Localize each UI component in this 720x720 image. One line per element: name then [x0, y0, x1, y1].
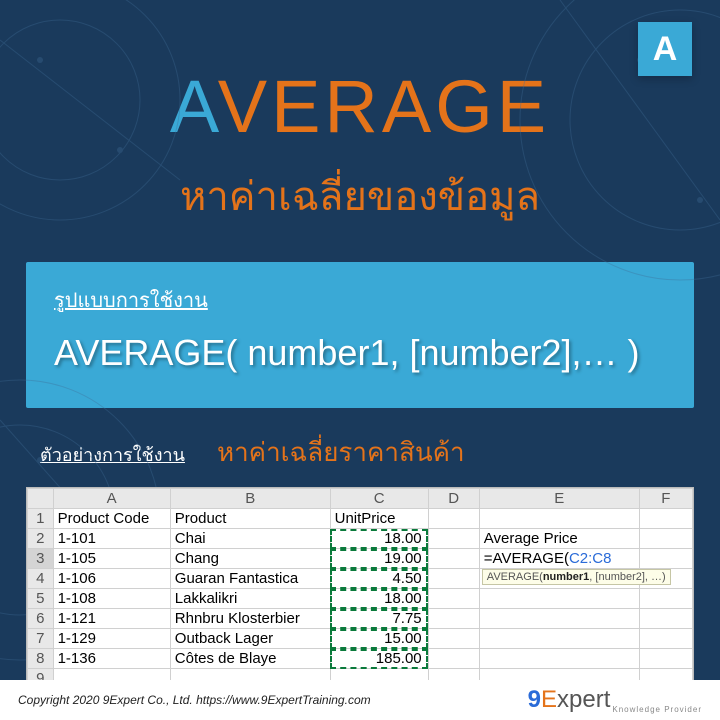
hero-title: AVERAGE [0, 70, 720, 144]
cell[interactable] [639, 529, 692, 549]
table-row: 7 1-129 Outback Lager 15.00 [28, 629, 693, 649]
example-desc: หาค่าเฉลี่ยราคาสินค้า [217, 432, 465, 473]
row-header: 1 [28, 509, 54, 529]
syntax-text: AVERAGE( number1, [number2],… ) [54, 332, 666, 374]
cell[interactable] [479, 609, 639, 629]
cell[interactable] [428, 629, 479, 649]
row-header: 5 [28, 589, 54, 609]
cell[interactable]: 18.00 [330, 589, 428, 609]
table-row: 8 1-136 Côtes de Blaye 185.00 [28, 649, 693, 669]
col-header: E [479, 489, 639, 509]
row-header: 3 [28, 549, 54, 569]
cell[interactable]: 1-106 [53, 569, 170, 589]
table-row: 1 Product Code Product UnitPrice [28, 509, 693, 529]
cell[interactable]: 18.00 [330, 529, 428, 549]
cell[interactable]: Chai [170, 529, 330, 549]
col-header: A [53, 489, 170, 509]
table-row: 2 1-101 Chai 18.00 Average Price [28, 529, 693, 549]
example-header: ตัวอย่างการใช้งาน หาค่าเฉลี่ยราคาสินค้า [40, 432, 720, 473]
row-header: 6 [28, 609, 54, 629]
row-header: 4 [28, 569, 54, 589]
copyright-text: Copyright 2020 9Expert Co., Ltd. https:/… [18, 693, 371, 707]
formula-fn: =AVERAGE( [484, 550, 569, 567]
cell[interactable]: 4.50 [330, 569, 428, 589]
logo-nine: 9 [528, 686, 541, 714]
example-label: ตัวอย่างการใช้งาน [40, 440, 185, 469]
badge-letter: A [638, 22, 692, 76]
col-header: F [639, 489, 692, 509]
col-header: B [170, 489, 330, 509]
cell[interactable] [479, 649, 639, 669]
logo-xpert: xpert [557, 686, 610, 713]
table-row: 6 1-121 Rhnbru Klosterbier 7.75 [28, 609, 693, 629]
cell[interactable] [428, 609, 479, 629]
hero-title-rest: VERAGE [218, 65, 550, 148]
syntax-label: รูปแบบการใช้งาน [54, 284, 208, 316]
cell[interactable]: Outback Lager [170, 629, 330, 649]
corner-cell [28, 489, 54, 509]
formula-tooltip: AVERAGE(number1, [number2], …) [482, 569, 671, 585]
cell[interactable]: 15.00 [330, 629, 428, 649]
cell[interactable]: Product Code [53, 509, 170, 529]
cell[interactable]: 1-121 [53, 609, 170, 629]
formula-cell[interactable]: =AVERAGE(C2:C8 AVERAGE(number1, [number2… [479, 549, 639, 569]
cell[interactable] [639, 589, 692, 609]
logo-e: E [541, 686, 557, 713]
cell[interactable] [428, 549, 479, 569]
cell[interactable]: Guaran Fantastica [170, 569, 330, 589]
cell[interactable]: 1-108 [53, 589, 170, 609]
spreadsheet: A B C D E F 1 Product Code Product UnitP… [26, 487, 694, 690]
cell[interactable] [639, 549, 692, 569]
hero: AVERAGE หาค่าเฉลี่ยของข้อมูล [0, 0, 720, 228]
cell[interactable] [639, 629, 692, 649]
cell[interactable] [479, 509, 639, 529]
cell[interactable]: Côtes de Blaye [170, 649, 330, 669]
cell[interactable] [428, 649, 479, 669]
logo-sub: Knowledge Provider [612, 705, 702, 714]
cell[interactable] [639, 509, 692, 529]
cell[interactable]: Rhnbru Klosterbier [170, 609, 330, 629]
cell[interactable]: Chang [170, 549, 330, 569]
cell[interactable] [639, 609, 692, 629]
hero-subtitle: หาค่าเฉลี่ยของข้อมูล [0, 164, 720, 228]
cell[interactable]: Average Price [479, 529, 639, 549]
cell[interactable]: 185.00 [330, 649, 428, 669]
row-header: 7 [28, 629, 54, 649]
row-header: 2 [28, 529, 54, 549]
cell[interactable]: Product [170, 509, 330, 529]
footer: Copyright 2020 9Expert Co., Ltd. https:/… [0, 680, 720, 720]
cell[interactable]: 1-101 [53, 529, 170, 549]
row-header: 8 [28, 649, 54, 669]
cell[interactable]: 1-136 [53, 649, 170, 669]
cell[interactable]: Lakkalikri [170, 589, 330, 609]
cell[interactable] [428, 589, 479, 609]
hero-title-accent: A [170, 65, 218, 148]
cell[interactable] [639, 649, 692, 669]
col-header: D [428, 489, 479, 509]
logo: 9Expert Knowledge Provider [528, 686, 702, 714]
cell[interactable]: 7.75 [330, 609, 428, 629]
syntax-box: รูปแบบการใช้งาน AVERAGE( number1, [numbe… [26, 262, 694, 408]
column-header-row: A B C D E F [28, 489, 693, 509]
cell[interactable] [428, 569, 479, 589]
table-row: 5 1-108 Lakkalikri 18.00 [28, 589, 693, 609]
cell[interactable]: UnitPrice [330, 509, 428, 529]
cell[interactable]: 1-129 [53, 629, 170, 649]
cell[interactable] [428, 529, 479, 549]
cell[interactable] [428, 509, 479, 529]
cell[interactable] [479, 589, 639, 609]
formula-ref: C2:C8 [569, 550, 612, 567]
cell[interactable] [479, 629, 639, 649]
cell[interactable]: 19.00 [330, 549, 428, 569]
cell[interactable]: 1-105 [53, 549, 170, 569]
col-header: C [330, 489, 428, 509]
table-row: 3 1-105 Chang 19.00 =AVERAGE(C2:C8 AVERA… [28, 549, 693, 569]
